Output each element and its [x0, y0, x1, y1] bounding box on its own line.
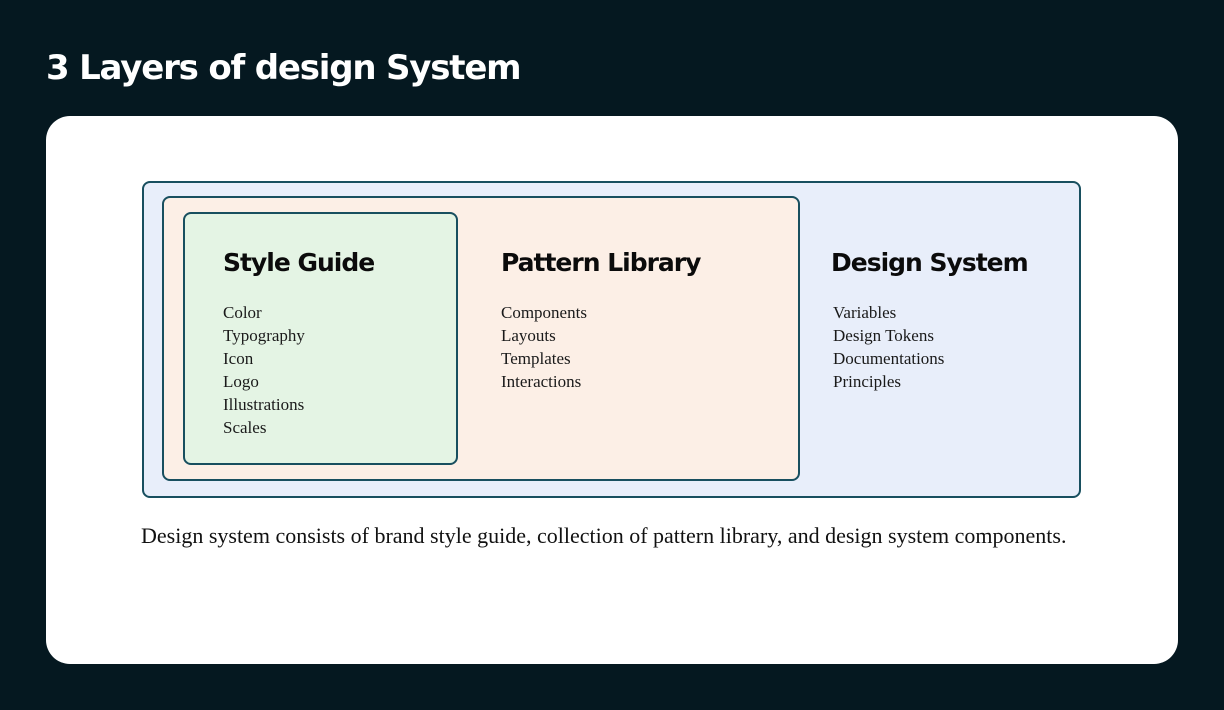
list-item: Variables: [833, 303, 897, 322]
design-system-list: Variables Design Tokens Documentations P…: [833, 301, 944, 393]
style-guide-title: Style Guide: [223, 248, 375, 277]
pattern-library-title: Pattern Library: [501, 248, 701, 277]
list-item: Documentations: [833, 349, 945, 368]
diagram-card: Style Guide Color Typography Icon Logo I…: [46, 116, 1178, 664]
list-item: Typography: [223, 326, 305, 345]
design-system-title: Design System: [831, 248, 1029, 277]
list-item: Components: [501, 303, 587, 322]
list-item: Color: [223, 303, 262, 322]
list-item: Logo: [223, 372, 259, 391]
list-item: Scales: [223, 418, 267, 437]
list-item: Templates: [501, 349, 571, 368]
list-item: Illustrations: [223, 395, 305, 414]
list-item: Design Tokens: [833, 326, 934, 345]
list-item: Principles: [833, 372, 901, 391]
list-item: Icon: [223, 349, 254, 368]
style-guide-list: Color Typography Icon Logo Illustrations…: [223, 301, 305, 439]
list-item: Layouts: [501, 326, 556, 345]
page-title: 3 Layers of design System: [46, 48, 522, 88]
list-item: Interactions: [501, 372, 582, 391]
pattern-library-list: Components Layouts Templates Interaction…: [501, 301, 587, 393]
diagram-description: Design system consists of brand style gu…: [141, 523, 1067, 548]
